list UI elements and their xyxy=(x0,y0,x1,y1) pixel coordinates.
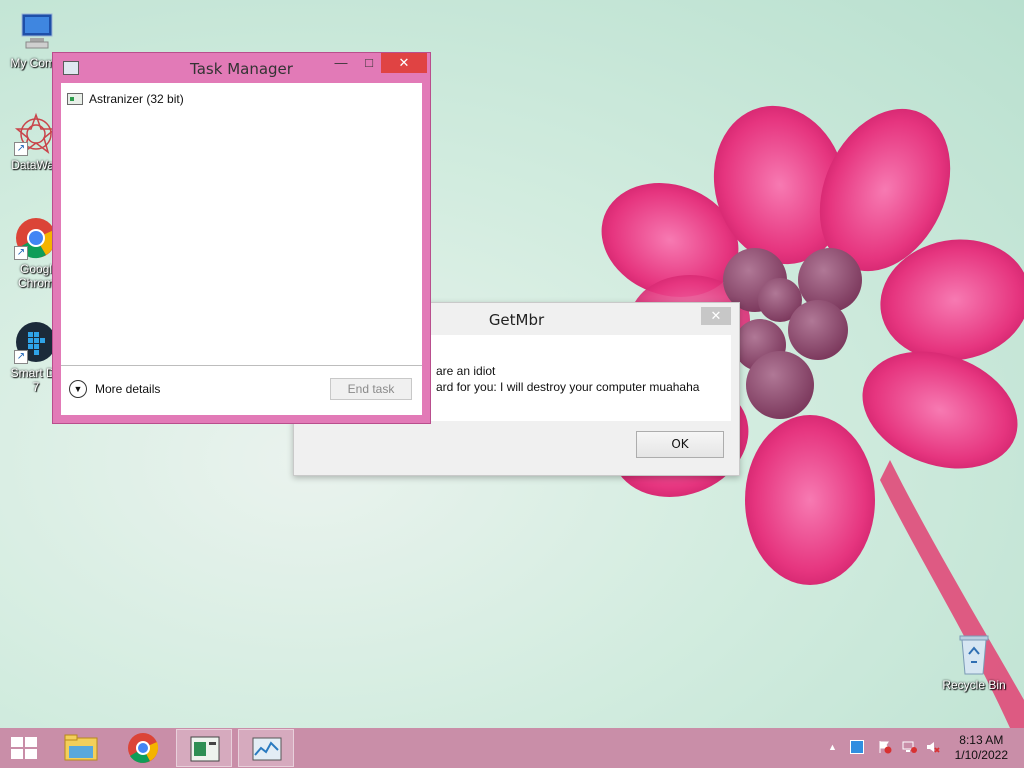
clock-date: 1/10/2022 xyxy=(954,748,1008,762)
shortcut-arrow-icon: ↗ xyxy=(14,142,28,156)
taskbar-chrome[interactable] xyxy=(115,729,171,767)
action-center-flag-icon[interactable] xyxy=(878,740,892,754)
recycle-bin-icon xyxy=(952,632,996,676)
end-task-button[interactable]: End task xyxy=(330,378,412,400)
application-icon xyxy=(67,93,83,105)
system-tray: ▲ 8:13 AM 1/10/2022 xyxy=(814,728,1024,768)
taskbar-task-manager[interactable] xyxy=(238,729,294,767)
taskbar: ▲ 8:13 AM 1/10/2022 xyxy=(0,728,1024,768)
ok-button[interactable]: OK xyxy=(636,431,724,458)
start-button[interactable] xyxy=(0,729,48,767)
application-window-icon xyxy=(190,736,220,762)
process-list: Astranizer (32 bit) ▼ More details End t… xyxy=(61,83,422,415)
windows-logo-icon xyxy=(11,737,37,759)
minimize-button[interactable]: — xyxy=(327,53,355,73)
message-line-1: are an idiot xyxy=(436,364,496,378)
show-hidden-icons-chevron-icon[interactable]: ▲ xyxy=(828,740,842,754)
close-button[interactable]: ✕ xyxy=(381,53,427,73)
taskbar-clock[interactable]: 8:13 AM 1/10/2022 xyxy=(955,733,1008,763)
maximize-button[interactable]: □ xyxy=(355,53,383,73)
more-details-toggle[interactable]: ▼ More details xyxy=(69,380,160,398)
desktop-icon-recycle-bin[interactable]: Recycle Bin xyxy=(938,632,1010,692)
computer-icon xyxy=(14,10,58,54)
task-manager-footer: ▼ More details End task xyxy=(61,365,422,415)
clock-time: 8:13 AM xyxy=(959,733,1004,747)
more-details-label: More details xyxy=(95,382,161,396)
message-line-2: ard for you: I will destroy your compute… xyxy=(436,380,700,394)
task-manager-window: Task Manager — □ ✕ Astranizer (32 bit) ▼… xyxy=(52,52,431,424)
folder-icon xyxy=(64,734,98,761)
volume-muted-icon[interactable] xyxy=(926,740,940,754)
task-manager-icon xyxy=(252,737,282,761)
shortcut-arrow-icon: ↗ xyxy=(14,246,28,260)
network-alert-icon[interactable] xyxy=(902,740,917,754)
dialog-message: are an idiot ard for you: I will destroy… xyxy=(436,363,699,395)
chevron-down-icon: ▼ xyxy=(69,380,87,398)
desktop-icon-label: Recycle Bin xyxy=(942,678,1006,692)
taskbar-file-explorer[interactable] xyxy=(53,729,109,767)
process-row[interactable]: Astranizer (32 bit) xyxy=(67,91,184,107)
dialog-close-button[interactable]: ✕ xyxy=(701,307,731,325)
shortcut-arrow-icon: ↗ xyxy=(14,350,28,364)
taskbar-app-window[interactable] xyxy=(176,729,232,767)
process-name: Astranizer (32 bit) xyxy=(89,92,184,106)
network-icon[interactable] xyxy=(850,740,864,754)
window-titlebar[interactable]: Task Manager — □ ✕ xyxy=(53,53,430,83)
chrome-icon xyxy=(128,733,159,763)
